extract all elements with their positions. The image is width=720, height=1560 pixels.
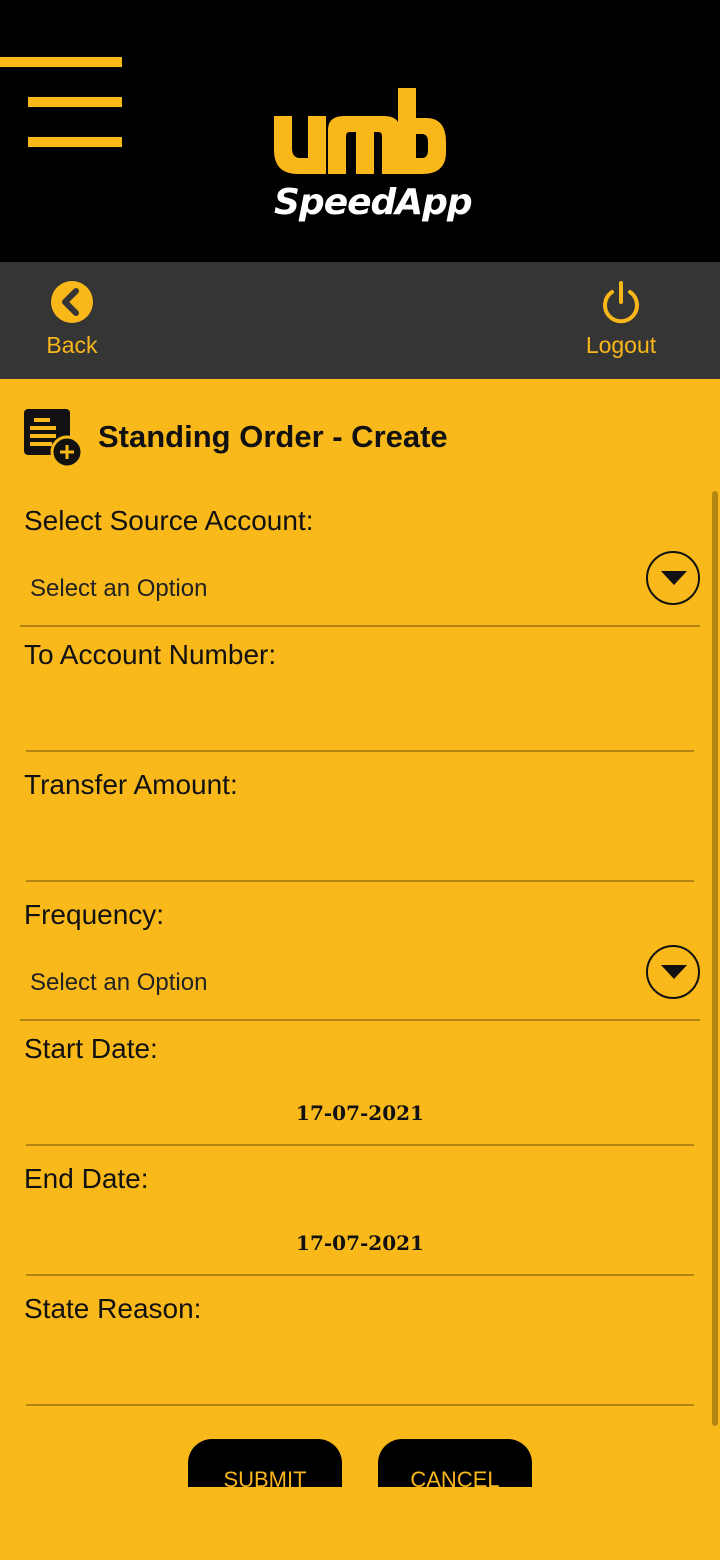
page-title: Standing Order - Create (98, 419, 448, 454)
transfer-amount-input[interactable] (26, 811, 694, 881)
source-account-label: Select Source Account: (24, 505, 314, 536)
power-icon (603, 281, 639, 324)
divider (20, 625, 700, 627)
end-date-input[interactable]: 17-07-2021 (26, 1231, 694, 1255)
transfer-amount-label: Transfer Amount: (24, 769, 238, 800)
chevron-down-icon[interactable] (646, 945, 700, 999)
logout-button[interactable]: Logout (566, 278, 676, 368)
standing-order-form: Standing Order - Create Select Source Ac… (0, 379, 720, 1560)
nav-bar: Back Logout (0, 262, 720, 379)
chevron-left-circle-icon (51, 281, 93, 323)
source-account-select[interactable]: Select an Option (30, 575, 207, 603)
start-date-input[interactable]: 17-07-2021 (26, 1101, 694, 1125)
document-add-icon (24, 409, 84, 469)
app-header: SpeedApp (0, 0, 720, 262)
divider (26, 880, 694, 882)
back-button[interactable]: Back (17, 278, 127, 368)
to-account-input[interactable] (26, 681, 694, 751)
start-date-label: Start Date: (24, 1033, 158, 1064)
umb-logo: SpeedApp (266, 82, 473, 232)
divider (26, 750, 694, 752)
scrollbar[interactable] (712, 491, 718, 1426)
frequency-label: Frequency: (24, 899, 165, 930)
back-label: Back (46, 332, 98, 358)
divider (26, 1274, 694, 1276)
frequency-select[interactable]: Select an Option (30, 969, 207, 997)
divider (26, 1404, 694, 1406)
submit-button[interactable]: SUBMIT (188, 1439, 342, 1487)
umb-logo-mark (274, 88, 446, 174)
state-reason-label: State Reason: (24, 1293, 202, 1324)
hamburger-menu-icon[interactable] (0, 50, 130, 160)
to-account-label: To Account Number: (24, 639, 277, 670)
end-date-label: End Date: (24, 1163, 149, 1194)
logout-label: Logout (585, 332, 657, 358)
state-reason-input[interactable] (26, 1335, 694, 1405)
logo-subtitle: SpeedApp (274, 182, 473, 223)
page-heading: Standing Order - Create (22, 407, 622, 471)
action-bar: SUBMIT CANCEL (0, 1419, 720, 1487)
cancel-button[interactable]: CANCEL (378, 1439, 532, 1487)
chevron-down-icon[interactable] (646, 551, 700, 605)
divider (26, 1144, 694, 1146)
divider (20, 1019, 700, 1021)
